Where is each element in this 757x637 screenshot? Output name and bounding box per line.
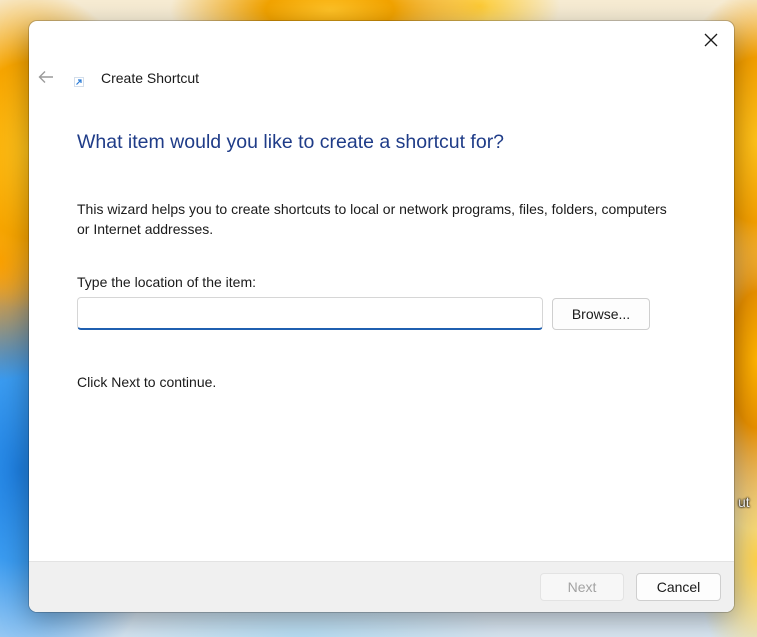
back-arrow-icon xyxy=(38,71,53,83)
desktop-icon-label[interactable]: ut xyxy=(738,494,750,510)
cancel-button[interactable]: Cancel xyxy=(636,573,721,601)
location-label: Type the location of the item: xyxy=(77,274,256,290)
close-icon xyxy=(704,33,718,47)
location-input[interactable] xyxy=(77,297,543,330)
back-button[interactable] xyxy=(35,65,57,89)
create-shortcut-dialog: Create Shortcut What item would you like… xyxy=(29,21,734,612)
shortcut-icon xyxy=(74,77,84,87)
wizard-description: This wizard helps you to create shortcut… xyxy=(77,201,667,237)
close-button[interactable] xyxy=(688,21,734,59)
page-heading: What item would you like to create a sho… xyxy=(77,131,505,153)
window-title: Create Shortcut xyxy=(101,70,200,86)
dialog-header: Create Shortcut xyxy=(29,65,734,93)
browse-button[interactable]: Browse... xyxy=(552,298,650,330)
next-button[interactable]: Next xyxy=(540,573,624,601)
dialog-footer: Next Cancel xyxy=(29,561,734,612)
next-hint-text: Click Next to continue. xyxy=(77,374,217,390)
